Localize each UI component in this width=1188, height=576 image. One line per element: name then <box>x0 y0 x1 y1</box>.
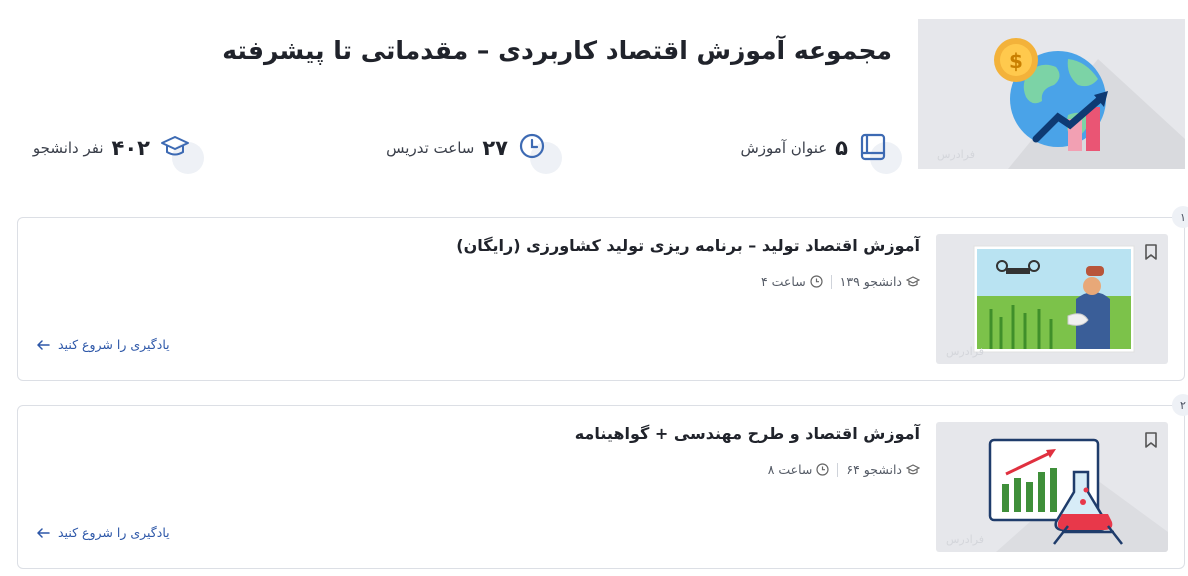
course-title[interactable]: آموزش اقتصاد و طرح مهندسی + گواهینامه <box>575 424 920 443</box>
course-meta: ۱۳۹ دانشجو ۴ ساعت <box>761 274 920 289</box>
start-learning-link[interactable]: یادگیری را شروع کنید <box>36 525 170 540</box>
course-meta: ۶۴ دانشجو ۸ ساعت <box>768 462 920 477</box>
stat-hours-label: ساعت تدریس <box>386 139 475 157</box>
course-hours: ۸ ساعت <box>768 462 830 477</box>
course-index-badge: ۱ <box>1172 206 1188 228</box>
course-hours-text: ۴ ساعت <box>760 274 806 289</box>
meta-divider <box>837 462 839 477</box>
meta-divider <box>830 274 832 289</box>
graduation-cap-icon <box>160 128 204 174</box>
stat-courses-value: ۵ <box>835 136 848 160</box>
stat-courses: ۵ عنوان آموزش <box>740 128 902 174</box>
course-hours: ۴ ساعت <box>761 274 823 289</box>
clock-icon <box>518 128 562 174</box>
course-card[interactable]: ۲ فرادرس آموزش اقتصاد و طرح مهندسی + گوا… <box>17 394 1188 569</box>
course-students-text: ۶۴ دانشجو <box>846 462 902 477</box>
course-thumbnail[interactable]: فرادرس <box>936 422 1168 552</box>
page-title: مجموعه آموزش اقتصاد کاربردی – مقدماتی تا… <box>222 36 892 65</box>
graduation-cap-icon <box>906 463 920 474</box>
stat-courses-label: عنوان آموزش <box>740 139 828 157</box>
stat-students: ۴۰۲ نفر دانشجو <box>32 128 204 174</box>
stat-students-value: ۴۰۲ <box>111 136 150 160</box>
course-title[interactable]: آموزش اقتصاد تولید – برنامه ریزی تولید ک… <box>456 236 920 255</box>
thumb-watermark: فرادرس <box>946 533 985 546</box>
start-learning-link[interactable]: یادگیری را شروع کنید <box>36 337 170 352</box>
stat-hours: ۲۷ ساعت تدریس <box>386 128 562 174</box>
start-learning-label: یادگیری را شروع کنید <box>58 525 170 540</box>
course-students-text: ۱۳۹ دانشجو <box>839 274 902 289</box>
clock-icon <box>816 463 829 476</box>
start-learning-label: یادگیری را شروع کنید <box>58 337 170 352</box>
course-students: ۱۳۹ دانشجو <box>840 274 920 289</box>
arrow-left-icon <box>37 339 50 350</box>
graduation-cap-icon <box>906 275 920 286</box>
stat-students-label: نفر دانشجو <box>32 139 104 157</box>
arrow-left-icon <box>37 527 50 538</box>
course-students: ۶۴ دانشجو <box>846 462 920 477</box>
bookmark-icon[interactable] <box>1144 432 1158 452</box>
stat-hours-value: ۲۷ <box>482 136 508 160</box>
globe-growth-illustration: $ <box>994 38 1185 169</box>
collection-cover-image: $ فرادرس <box>918 19 1185 169</box>
cover-watermark: فرادرس <box>936 148 975 161</box>
svg-text:$: $ <box>1009 49 1023 73</box>
course-hours-text: ۸ ساعت <box>767 462 813 477</box>
book-icon <box>858 128 902 174</box>
course-card[interactable]: ۱ فرادرس آموزش اقتصاد تولید – برنامه ریز… <box>17 206 1188 381</box>
clock-icon <box>810 275 823 288</box>
bookmark-icon[interactable] <box>1144 244 1158 264</box>
course-thumbnail[interactable]: فرادرس <box>936 234 1168 364</box>
course-index-badge: ۲ <box>1172 394 1188 416</box>
thumb-watermark: فرادرس <box>946 345 985 358</box>
